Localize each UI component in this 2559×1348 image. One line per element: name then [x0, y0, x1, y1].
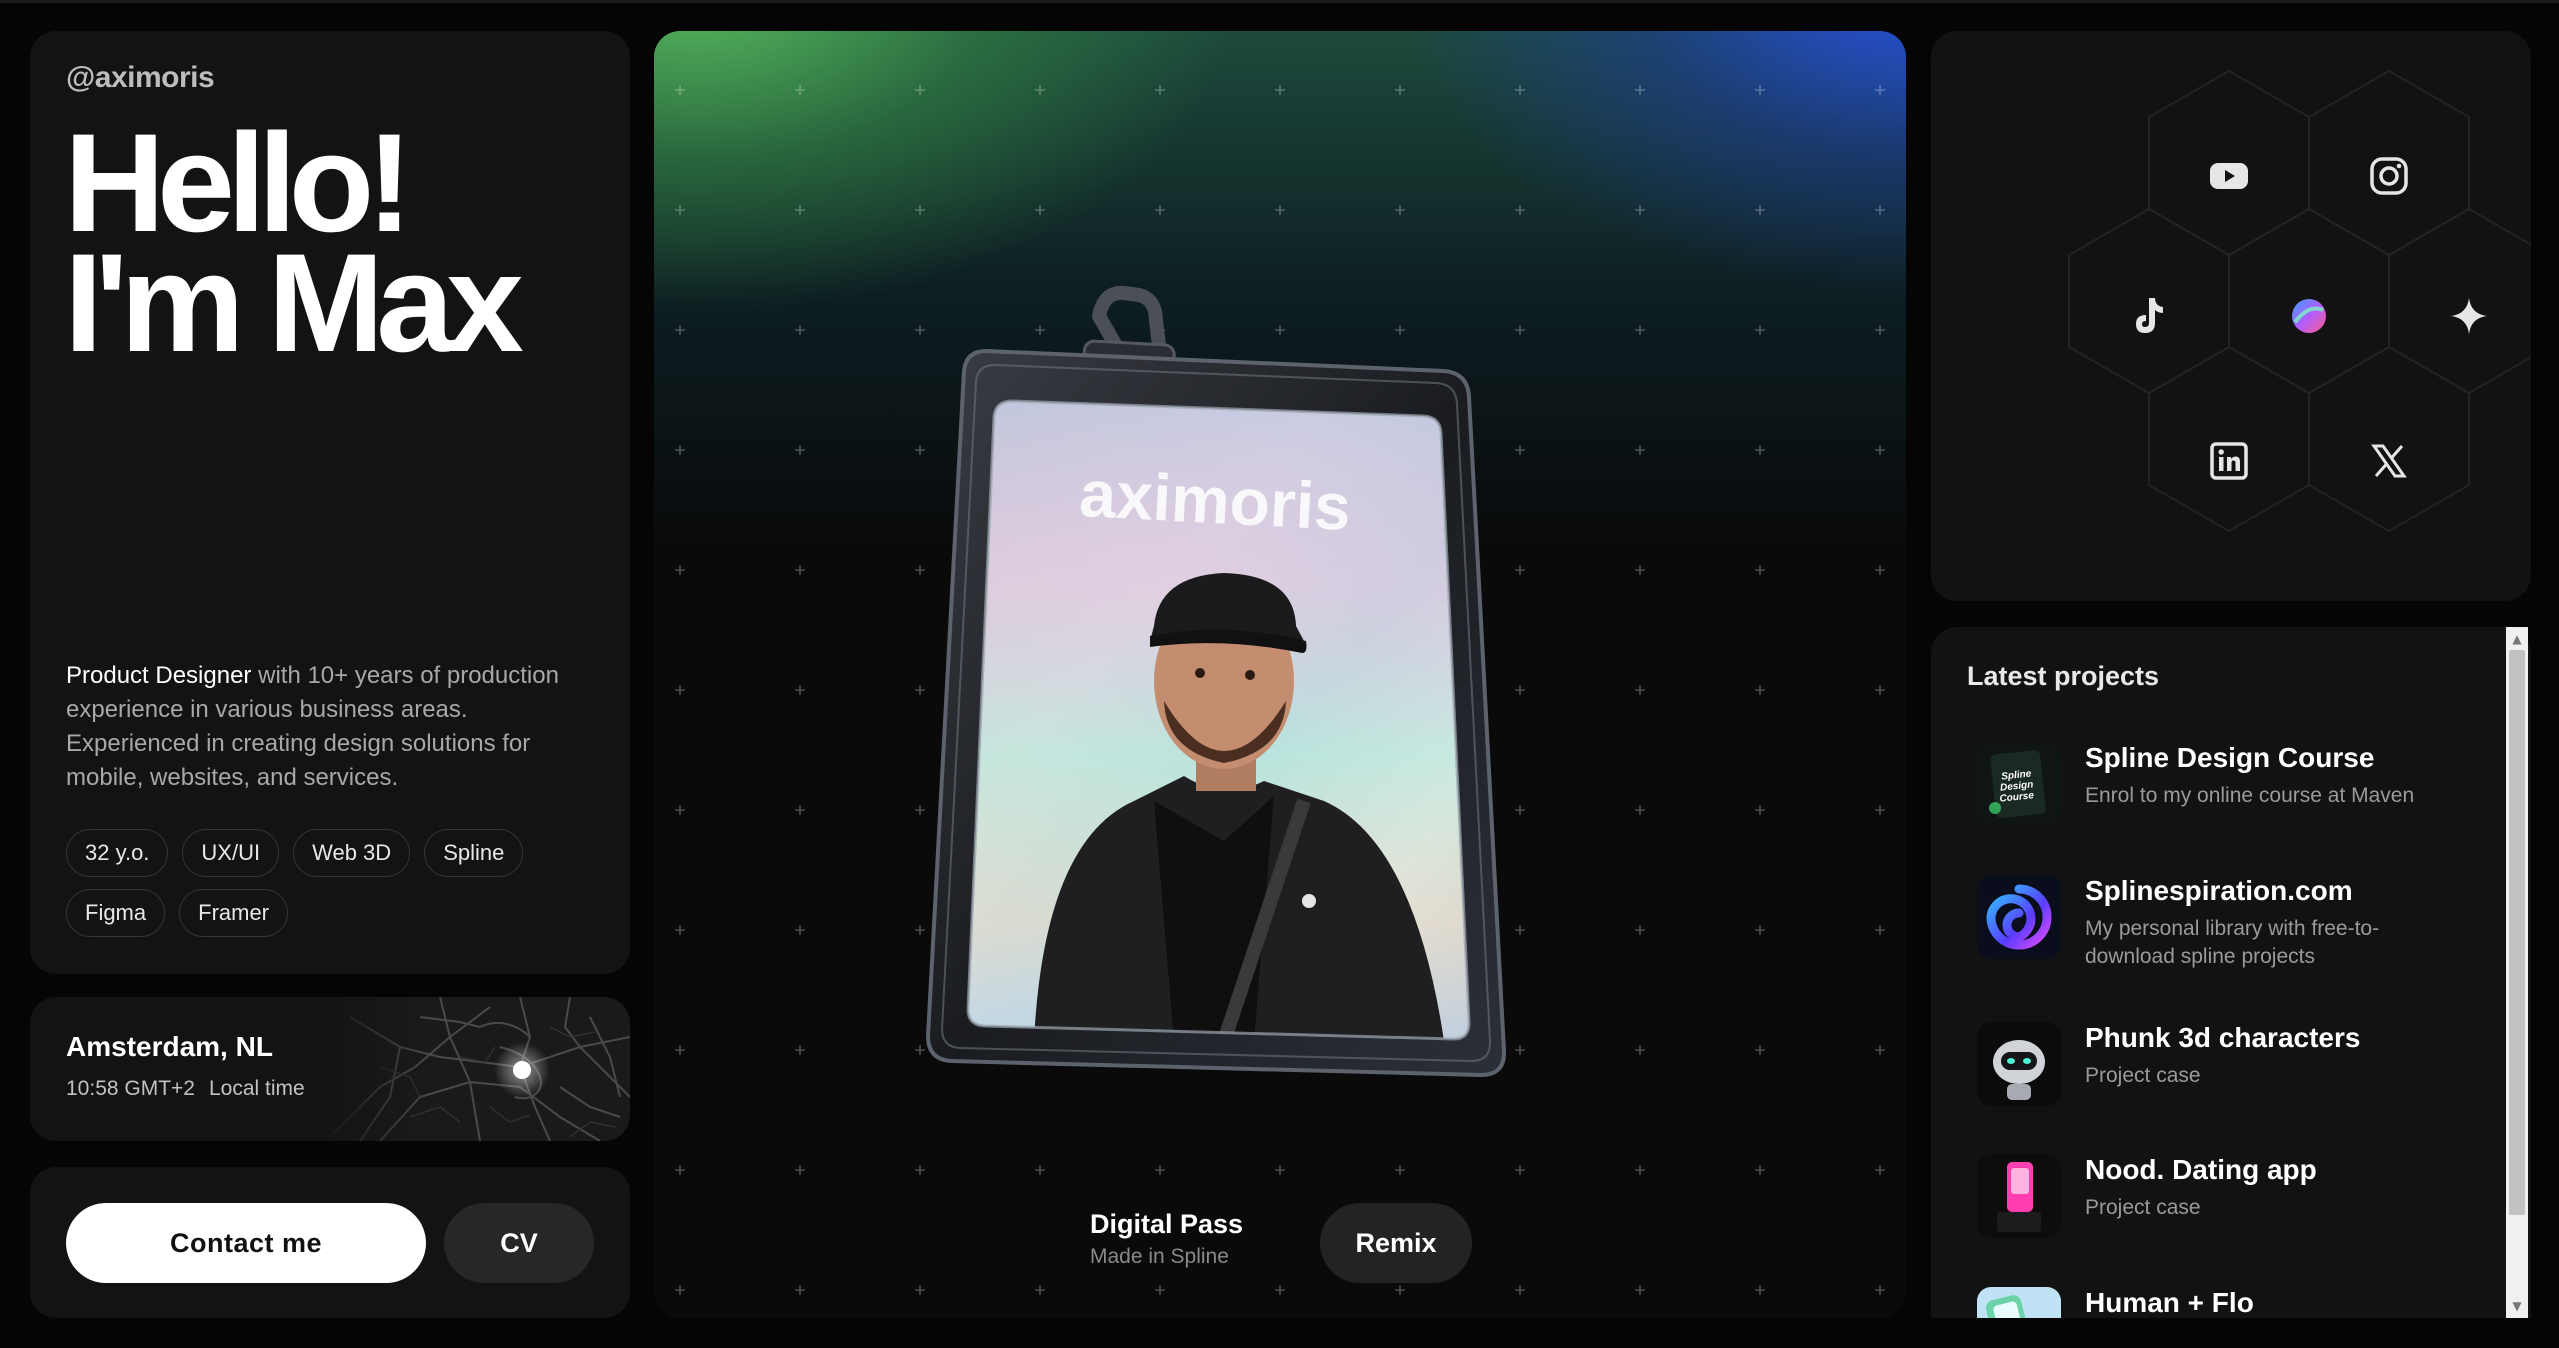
cv-button[interactable]: CV [444, 1203, 594, 1283]
tag-figma: Figma [66, 889, 166, 937]
local-time-value: 10:58 GMT+2 [66, 1077, 195, 1100]
project-item-human-flo[interactable]: Human + Flo [1977, 1287, 2477, 1318]
youtube-icon [2210, 163, 2248, 189]
x-link[interactable] [2359, 431, 2419, 491]
digital-pass-scene[interactable]: aximoris Digital Pass Made in Spline Rem… [654, 31, 1906, 1318]
project-subtitle: Project case [2085, 1064, 2201, 1087]
remix-button[interactable]: Remix [1320, 1203, 1472, 1283]
intro-card: @aximoris Hello! I'm Max Product Designe… [30, 31, 630, 974]
instagram-link[interactable] [2359, 146, 2419, 206]
project-title: Spline Design Course [2085, 742, 2375, 773]
projects-scroll-thumb[interactable] [2509, 650, 2525, 1215]
project-item-splinespiration[interactable]: Splinespiration.com My personal library … [1977, 875, 2477, 985]
latest-projects-card: Latest projects Spline Design Course Spl… [1931, 627, 2531, 1318]
tiktok-icon [2136, 298, 2163, 333]
location-city: Amsterdam, NL [66, 1031, 273, 1062]
pass-subtitle: Made in Spline [1090, 1245, 1229, 1268]
project-subtitle: Enrol to my online course at Maven [2085, 784, 2415, 807]
bio-text: Product Designer with 10+ years of produ… [66, 659, 606, 795]
location-pin-icon [513, 1061, 531, 1079]
project-title: Phunk 3d characters [2085, 1022, 2361, 1053]
nood-thumbnail [1977, 1154, 2061, 1238]
scroll-up-icon[interactable]: ▲ [2506, 629, 2528, 649]
tiktok-link[interactable] [2119, 286, 2179, 346]
local-time: 10:58 GMT+2 Local time [66, 1077, 305, 1101]
top-border [0, 0, 2559, 3]
phunk-thumbnail [1977, 1022, 2061, 1106]
local-time-label: Local time [208, 1077, 305, 1100]
tag-framer: Framer [179, 889, 289, 937]
human-flo-thumbnail [1977, 1287, 2061, 1318]
instagram-icon [2370, 157, 2408, 195]
skill-tags: 32 y.o. UX/UI Web 3D Spline Figma Framer [66, 829, 606, 937]
spline-logo-icon [2292, 299, 2326, 333]
id-badge-3d[interactable]: aximoris [924, 281, 1534, 1091]
sparkle-icon [2451, 298, 2487, 334]
project-item-spline-course[interactable]: Spline Design Course Spline Design Cours… [1977, 742, 2477, 832]
project-title: Splinespiration.com [2085, 875, 2353, 906]
contact-me-button[interactable]: Contact me [66, 1203, 426, 1283]
sparkle-link[interactable] [2439, 286, 2499, 346]
bio-role: Product Designer [66, 662, 252, 689]
project-item-phunk[interactable]: Phunk 3d characters Project case [1977, 1022, 2477, 1112]
splinespiration-thumbnail [1977, 875, 2061, 959]
scroll-down-icon[interactable]: ▼ [2506, 1296, 2528, 1316]
tag-uxui: UX/UI [182, 829, 280, 877]
project-subtitle: Project case [2085, 1196, 2201, 1219]
tag-age: 32 y.o. [66, 829, 169, 877]
location-card: Amsterdam, NL 10:58 GMT+2 Local time [30, 997, 630, 1141]
contact-card: Contact me CV [30, 1167, 630, 1318]
city-map [320, 997, 630, 1141]
project-title: Human + Flo [2085, 1287, 2254, 1318]
username-handle: @aximoris [66, 61, 215, 94]
tag-spline: Spline [424, 829, 524, 877]
greeting-heading: Hello! I'm Max [64, 113, 524, 373]
pass-title: Digital Pass [1090, 1209, 1244, 1239]
project-item-nood[interactable]: Nood. Dating app Project case [1977, 1154, 2477, 1244]
project-subtitle: My personal library with free-to-downloa… [2085, 917, 2380, 968]
linkedin-link[interactable] [2199, 431, 2259, 491]
badge-brand-text: aximoris [1078, 456, 1353, 544]
linkedin-icon [2210, 442, 2248, 480]
project-title: Nood. Dating app [2085, 1154, 2317, 1185]
youtube-link[interactable] [2199, 146, 2259, 206]
spline-course-thumbnail: Spline Design Course [1977, 742, 2061, 826]
x-icon [2371, 444, 2407, 478]
projects-heading: Latest projects [1967, 661, 2160, 691]
tag-web3d: Web 3D [293, 829, 411, 877]
greeting-line-2: I'm Max [64, 224, 524, 381]
social-links-card [1931, 31, 2531, 601]
spline-link[interactable] [2279, 286, 2339, 346]
